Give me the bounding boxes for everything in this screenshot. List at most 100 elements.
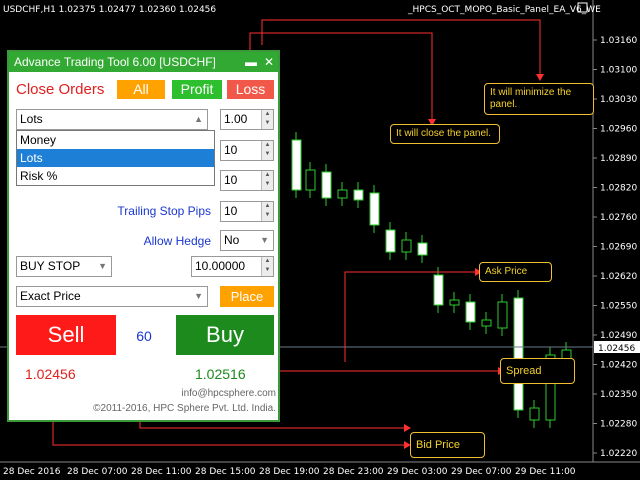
price-tick-label: 1.02690 <box>600 243 637 253</box>
ask-price-annotation: Ask Price <box>479 262 552 282</box>
price-tick-label: 1.03160 <box>600 36 637 46</box>
time-tick-label: 29 Dec 07:00 <box>451 467 512 477</box>
stepper-icon[interactable]: ▲ ▼ <box>261 110 273 129</box>
buy-button[interactable]: Buy <box>176 315 274 355</box>
stop-loss-value: 10 <box>224 143 238 157</box>
price-tick-label: 1.02280 <box>600 420 637 430</box>
contact-email: info@hpcsphere.com <box>181 388 276 399</box>
bid-price-value: 1.02456 <box>25 366 76 382</box>
candle-body <box>305 169 316 191</box>
candle-body <box>321 171 332 199</box>
price-tick-label: 1.02490 <box>600 331 637 341</box>
candle-body <box>353 189 364 201</box>
price-tick-label: 1.02820 <box>600 184 637 194</box>
candle-body <box>337 189 348 199</box>
price-tick-label: 1.02760 <box>600 213 637 223</box>
ask-price-value: 1.02516 <box>195 366 246 382</box>
sell-button[interactable]: Sell <box>16 315 116 355</box>
current-price-label: 1.02456 <box>598 344 635 354</box>
order-type-value: BUY STOP <box>20 259 81 273</box>
place-button[interactable]: Place <box>220 286 274 307</box>
stepper-icon[interactable]: ▲ ▼ <box>261 257 273 276</box>
candle-body <box>465 301 476 323</box>
lot-type-value: Lots <box>20 112 43 126</box>
price-tick-label: 1.02350 <box>600 390 637 400</box>
take-profit-input[interactable]: 10 ▲ ▼ <box>220 170 274 191</box>
candle-body <box>385 229 396 253</box>
lot-type-option-risk[interactable]: Risk % <box>17 167 214 185</box>
price-tick-label: 1.03030 <box>600 95 637 105</box>
chevron-down-icon: ▲ <box>194 114 203 124</box>
time-tick-label: 29 Dec 11:00 <box>515 467 576 477</box>
order-price-value: 10.00000 <box>195 259 246 273</box>
price-tick-label: 1.02620 <box>600 272 637 282</box>
panel-title: Advance Trading Tool 6.00 [USDCHF] <box>14 55 216 69</box>
trading-panel: Advance Trading Tool 6.00 [USDCHF] ▬ ✕ C… <box>7 50 280 422</box>
lots-input[interactable]: 1.00 ▲ ▼ <box>220 109 274 130</box>
candle-body <box>449 299 460 306</box>
time-tick-label: 28 Dec 07:00 <box>67 467 128 477</box>
allow-hedge-value: No <box>224 233 240 247</box>
stepper-icon[interactable]: ▲ ▼ <box>261 202 273 221</box>
candle-body <box>529 407 540 421</box>
chevron-down-icon: ▼ <box>194 291 203 301</box>
time-tick-label: 28 Dec 19:00 <box>259 467 320 477</box>
price-tick-label: 1.02220 <box>600 449 637 459</box>
price-mode-value: Exact Price <box>20 289 81 303</box>
candle-body <box>401 239 412 253</box>
candle-body <box>481 319 492 327</box>
candle-body <box>497 301 508 329</box>
time-axis-labels: 28 Dec 2016 28 Dec 07:00 28 Dec 11:00 28 De… <box>3 467 576 477</box>
allow-hedge-label: Allow Hedge <box>143 234 211 248</box>
minimize-annotation: It will minimize the panel. <box>484 83 594 115</box>
spread-value: 60 <box>136 328 152 344</box>
time-tick-label: 28 Dec 11:00 <box>131 467 192 477</box>
ea-name: _HPCS_OCT_MOPO_Basic_Panel_EA_V6_WE <box>407 5 601 15</box>
price-tick-label: 1.02890 <box>600 154 637 164</box>
chevron-down-icon: ▼ <box>98 261 107 271</box>
trailing-stop-label: Trailing Stop Pips <box>117 204 211 218</box>
time-tick-label: 29 Dec 03:00 <box>387 467 448 477</box>
candle-body <box>291 139 302 191</box>
minimize-icon[interactable]: ▬ <box>245 52 257 72</box>
close-loss-button[interactable]: Loss <box>227 80 274 99</box>
copyright-text: ©2011-2016, HPC Sphere Pvt. Ltd. India. <box>93 403 276 414</box>
lots-value: 1.00 <box>224 112 248 126</box>
candle-body <box>417 242 428 256</box>
candle-body <box>369 192 380 226</box>
take-profit-value: 10 <box>224 173 238 187</box>
trailing-stop-value: 10 <box>224 204 238 218</box>
lot-type-option-lots[interactable]: Lots <box>17 149 214 167</box>
price-mode-select[interactable]: Exact Price ▼ <box>16 286 208 307</box>
price-tick-label: 1.02960 <box>600 125 637 135</box>
lot-type-select[interactable]: Lots ▲ <box>16 109 208 130</box>
time-tick-label: 28 Dec 2016 <box>3 467 61 477</box>
trailing-stop-input[interactable]: 10 ▲ ▼ <box>220 201 274 222</box>
stepper-icon[interactable]: ▲ ▼ <box>261 141 273 160</box>
chevron-down-icon: ▼ <box>260 235 269 245</box>
price-axis-labels: 1.03160 1.03100 1.03030 1.02960 1.02890 1.028… <box>593 36 637 459</box>
price-tick-label: 1.02420 <box>600 361 637 371</box>
close-all-button[interactable]: All <box>117 80 165 99</box>
panel-title-bar[interactable]: Advance Trading Tool 6.00 [USDCHF] <box>9 52 278 72</box>
price-tick-label: 1.02550 <box>600 302 637 312</box>
symbol-info: USDCHF,H1 1.02375 1.02477 1.02360 1.0245… <box>3 5 216 15</box>
time-tick-label: 28 Dec 15:00 <box>195 467 256 477</box>
time-tick-label: 28 Dec 23:00 <box>323 467 384 477</box>
close-profit-button[interactable]: Profit <box>172 80 222 99</box>
stepper-icon[interactable]: ▲ ▼ <box>261 171 273 190</box>
order-price-input[interactable]: 10.00000 ▲ ▼ <box>191 256 274 277</box>
close-annotation: It will close the panel. <box>390 124 500 144</box>
candle-body <box>513 297 524 411</box>
spread-annotation: Spread <box>500 358 575 384</box>
lot-type-dropdown-list: Money Lots Risk % <box>16 130 215 186</box>
lot-type-option-money[interactable]: Money <box>17 131 214 149</box>
stop-loss-input[interactable]: 10 ▲ ▼ <box>220 140 274 161</box>
bid-price-annotation: Bid Price <box>410 432 485 458</box>
close-icon[interactable]: ✕ <box>264 52 274 72</box>
order-type-select[interactable]: BUY STOP ▼ <box>16 256 112 277</box>
allow-hedge-select[interactable]: No ▼ <box>220 230 274 251</box>
candle-body <box>433 274 444 306</box>
close-orders-label: Close Orders <box>16 81 105 98</box>
price-tick-label: 1.03100 <box>600 66 637 76</box>
